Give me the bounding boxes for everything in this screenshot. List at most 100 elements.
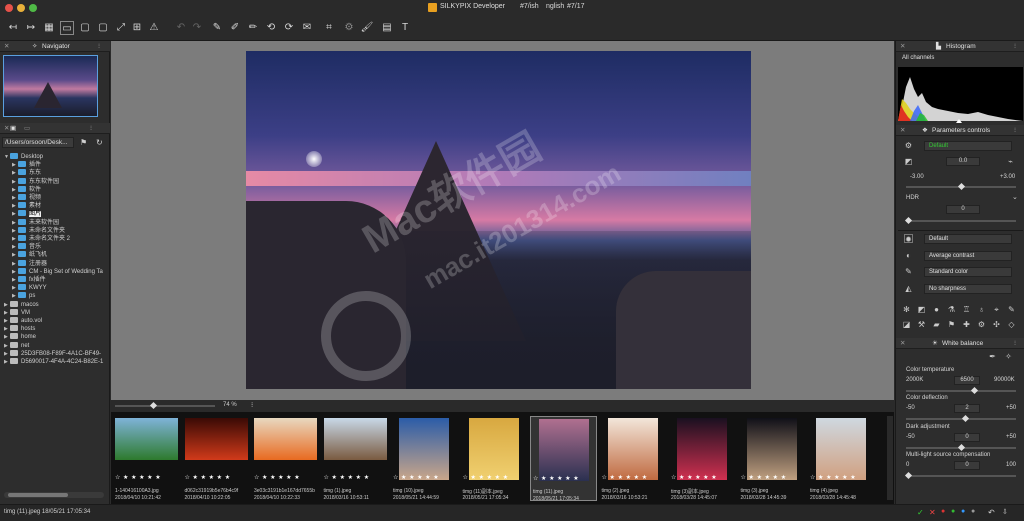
tone-icon[interactable]: ✹ bbox=[904, 234, 913, 244]
close-icon[interactable]: ✕ bbox=[4, 123, 9, 134]
revert-icon[interactable]: ↶ bbox=[988, 508, 995, 517]
close-icon[interactable]: ✕ bbox=[900, 41, 905, 52]
path-field[interactable]: /Users/orsoon/Desk... bbox=[2, 137, 74, 148]
refresh-icon[interactable]: ↻ bbox=[96, 138, 103, 147]
spot-icon[interactable]: ✣ bbox=[992, 320, 1001, 329]
lens-icon[interactable]: ⚗ bbox=[947, 305, 956, 314]
sharpness-select[interactable]: No sharpness bbox=[924, 284, 1012, 294]
folder-tab-icon[interactable]: ▣ bbox=[10, 123, 16, 134]
copy-params-icon[interactable]: ✎ bbox=[210, 21, 224, 35]
tree-scrollbar[interactable] bbox=[4, 492, 104, 498]
filmstrip-thumbnail[interactable]: ☆ ★ ★ ★ ★ ★ timg (1).jpeg 2018/03/16 10:53… bbox=[322, 416, 389, 501]
exposure-slider-knob[interactable] bbox=[957, 182, 966, 191]
rotate-right-icon[interactable]: ⟳ bbox=[282, 21, 296, 35]
tone-preset-select[interactable]: Default bbox=[924, 234, 1012, 244]
spot-removal-icon[interactable]: ⚙ bbox=[342, 21, 356, 35]
check-icon[interactable]: ✓ bbox=[917, 508, 924, 517]
rating-stars[interactable]: ☆ ★ ★ ★ ★ ★ bbox=[671, 474, 717, 481]
panel-menu-icon[interactable]: ⁝ bbox=[1014, 338, 1016, 349]
text-tool-icon[interactable]: T bbox=[398, 21, 412, 35]
collection-tab-icon[interactable]: ▭ bbox=[24, 123, 30, 134]
filmstrip-thumbnail[interactable]: ☆ ★ ★ ★ ★ ★ 3e03c3191b1e167dd7655b 2018/04… bbox=[252, 416, 319, 501]
rating-stars[interactable]: ☆ ★ ★ ★ ★ ★ bbox=[393, 474, 439, 481]
panel-menu-icon[interactable]: ⁝ bbox=[1014, 125, 1016, 136]
rating-stars[interactable]: ☆ ★ ★ ★ ★ ★ bbox=[324, 474, 370, 481]
rating-stars[interactable]: ☆ ★ ★ ★ ★ ★ bbox=[254, 474, 300, 481]
exposure-auto-icon[interactable]: ⌁ bbox=[1006, 157, 1015, 166]
display-icon[interactable]: ▤ bbox=[380, 21, 394, 35]
hdr-field[interactable]: 0 bbox=[946, 205, 980, 214]
multi-slider-knob[interactable] bbox=[904, 471, 913, 480]
rating-stars[interactable]: ☆ ★ ★ ★ ★ ★ bbox=[602, 474, 648, 481]
close-icon[interactable]: ✕ bbox=[900, 338, 905, 349]
redo-icon[interactable]: ↷ bbox=[190, 21, 204, 35]
rating-stars[interactable]: ☆ ★ ★ ★ ★ ★ bbox=[185, 474, 231, 481]
forward-icon[interactable]: ↦ bbox=[24, 21, 38, 35]
zoom-slider-knob[interactable] bbox=[149, 401, 158, 410]
flag-icon[interactable]: ⚑ bbox=[80, 138, 87, 147]
hdr-slider-knob[interactable] bbox=[904, 216, 913, 225]
gradient-icon[interactable]: ◪ bbox=[902, 320, 911, 329]
filmstrip-thumbnail[interactable]: ☆ ★ ★ ★ ★ ★ d062c31919b5e76b4c9f 2018/04/1… bbox=[183, 416, 250, 501]
deflection-field[interactable]: 2 bbox=[954, 404, 980, 413]
tool-icon[interactable]: ⚒ bbox=[917, 320, 926, 329]
edit-icon[interactable]: ✏ bbox=[246, 21, 260, 35]
close-window-button[interactable] bbox=[5, 4, 13, 12]
fit-screen-icon[interactable]: ⤢ bbox=[114, 21, 128, 35]
grid-view-icon[interactable]: ▦ bbox=[42, 21, 56, 35]
preset-select[interactable]: Default bbox=[924, 141, 1012, 151]
shape-icon[interactable]: ◇ bbox=[1007, 320, 1016, 329]
eyedropper-icon[interactable]: ✒ bbox=[988, 352, 997, 361]
zoom-slider[interactable] bbox=[115, 405, 215, 407]
grid-overlay-icon[interactable]: ⊞ bbox=[130, 21, 144, 35]
rating-stars[interactable]: ☆ ★ ★ ★ ★ ★ bbox=[533, 475, 579, 482]
auto-wb-icon[interactable]: ✧ bbox=[1004, 352, 1013, 361]
color-temp-field[interactable]: 6500 bbox=[954, 376, 980, 385]
navigator-thumbnail[interactable] bbox=[3, 55, 98, 117]
reject-icon[interactable]: ✕ bbox=[929, 508, 936, 517]
filmstrip-thumbnail[interactable]: ☆ ★ ★ ★ ★ ★ timg (4).jpeg 2018/03/28 14:45… bbox=[808, 416, 875, 501]
rotate-icon[interactable]: ♁ bbox=[977, 305, 986, 314]
gray-label-icon[interactable]: ● bbox=[971, 508, 975, 515]
noise-icon[interactable]: ✻ bbox=[902, 305, 911, 314]
rating-stars[interactable]: ☆ ★ ★ ★ ★ ★ bbox=[463, 474, 509, 481]
fill-icon[interactable]: ▰ bbox=[932, 320, 941, 329]
panel-menu-icon[interactable]: ⁝ bbox=[1014, 41, 1016, 52]
rating-stars[interactable]: ☆ ★ ★ ★ ★ ★ bbox=[115, 474, 161, 481]
contrast-icon[interactable]: ◐ bbox=[904, 251, 913, 260]
brush-icon[interactable]: 🖌 bbox=[360, 21, 374, 35]
filmstrip-thumbnail[interactable]: ☆ ★ ★ ★ ★ ★ timg (2).jpeg 2018/03/16 10:53… bbox=[600, 416, 667, 501]
zoom-window-button[interactable] bbox=[29, 4, 37, 12]
close-icon[interactable]: ✕ bbox=[900, 125, 905, 136]
histogram-channel-select[interactable]: All channels bbox=[898, 54, 1023, 64]
exposure-field[interactable]: 0.0 bbox=[946, 157, 980, 166]
filmstrip-thumbnail[interactable]: ☆ ★ ★ ★ ★ ★ timg (11).jpeg 2018/05/21 17:0… bbox=[530, 416, 597, 502]
scrollbar-thumb[interactable] bbox=[8, 493, 68, 497]
gear-icon[interactable]: ⚙ bbox=[977, 320, 986, 329]
viewer-area[interactable]: Mac软件园 mac.it201314.com bbox=[111, 41, 894, 400]
filmstrip-thumbnail[interactable]: ☆ ★ ★ ★ ★ ★ 1-140416100A3.jpg 2018/04/10 1… bbox=[113, 416, 180, 501]
color-icon[interactable]: ● bbox=[932, 305, 941, 314]
color-icon[interactable]: ✎ bbox=[904, 267, 913, 276]
color-temp-slider[interactable] bbox=[906, 390, 1016, 392]
rotate-left-icon[interactable]: ⟲ bbox=[264, 21, 278, 35]
blue-label-icon[interactable]: ● bbox=[961, 508, 965, 515]
multi-slider[interactable] bbox=[906, 475, 1016, 477]
green-label-icon[interactable]: ● bbox=[951, 508, 955, 515]
paste-params-icon[interactable]: ✐ bbox=[228, 21, 242, 35]
color-temp-slider-knob[interactable] bbox=[970, 386, 979, 395]
color-select[interactable]: Standard color bbox=[924, 267, 1012, 277]
back-icon[interactable]: ↤ bbox=[6, 21, 20, 35]
panel-menu-icon[interactable]: ⁝ bbox=[98, 41, 100, 52]
settings-gear-icon[interactable]: ⚙ bbox=[904, 141, 913, 150]
export-icon[interactable]: ⇩ bbox=[1002, 508, 1008, 516]
rating-stars[interactable]: ☆ ★ ★ ★ ★ ★ bbox=[741, 474, 787, 481]
filmstrip-thumbnail[interactable]: ☆ ★ ★ ★ ★ ★ timg (3)副本.jpeg 2018/03/28 14:… bbox=[669, 416, 736, 501]
dark-slider-knob[interactable] bbox=[957, 443, 966, 452]
mail-icon[interactable]: ✉ bbox=[300, 21, 314, 35]
crop-icon[interactable]: ⌗ bbox=[322, 21, 336, 35]
zoom-menu-icon[interactable]: ⁝ bbox=[251, 401, 253, 409]
filmstrip-thumbnail[interactable]: ☆ ★ ★ ★ ★ ★ timg (3).jpeg 2018/03/28 14:45… bbox=[739, 416, 806, 501]
warning-icon[interactable]: ⚠ bbox=[147, 21, 161, 35]
panel-view-icon[interactable]: ▢ bbox=[96, 21, 110, 35]
